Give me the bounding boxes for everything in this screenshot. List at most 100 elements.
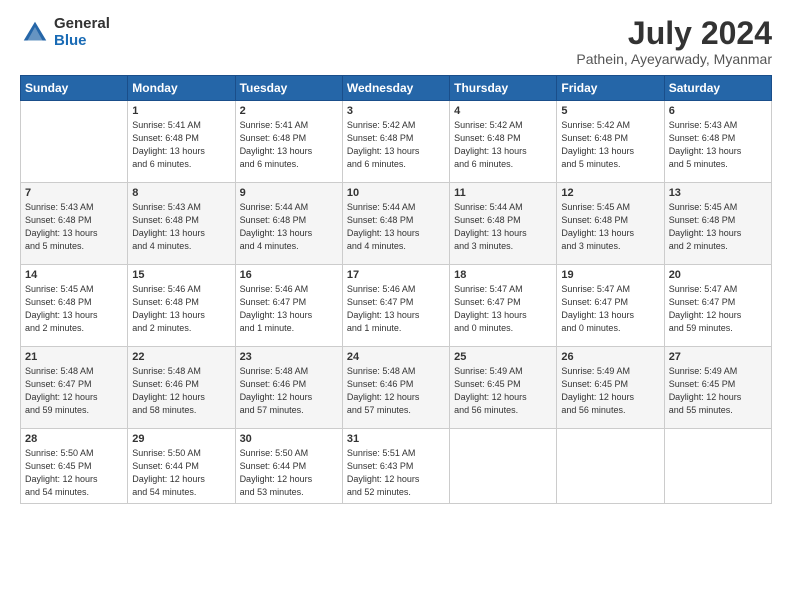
calendar-week-1: 1 Sunrise: 5:41 AMSunset: 6:48 PMDaylight… bbox=[21, 101, 772, 183]
logo-general: General bbox=[54, 16, 110, 33]
calendar-cell: 31 Sunrise: 5:51 AMSunset: 6:43 PMDayligh… bbox=[342, 429, 449, 504]
day-number: 10 bbox=[347, 187, 445, 199]
day-number: 29 bbox=[132, 433, 230, 445]
calendar-cell: 17 Sunrise: 5:46 AMSunset: 6:47 PMDayligh… bbox=[342, 265, 449, 347]
day-number: 12 bbox=[561, 187, 659, 199]
calendar-cell: 13 Sunrise: 5:45 AMSunset: 6:48 PMDayligh… bbox=[664, 183, 771, 265]
day-number: 23 bbox=[240, 351, 338, 363]
calendar-cell: 27 Sunrise: 5:49 AMSunset: 6:45 PMDayligh… bbox=[664, 347, 771, 429]
calendar-week-3: 14 Sunrise: 5:45 AMSunset: 6:48 PMDayligh… bbox=[21, 265, 772, 347]
day-info: Sunrise: 5:42 AMSunset: 6:48 PMDaylight:… bbox=[347, 119, 445, 171]
calendar-week-5: 28Sunrise: 5:50 AMSunset: 6:45 PMDayligh… bbox=[21, 429, 772, 504]
calendar-cell bbox=[21, 101, 128, 183]
calendar-cell: 1 Sunrise: 5:41 AMSunset: 6:48 PMDaylight… bbox=[128, 101, 235, 183]
day-info: Sunrise: 5:45 AMSunset: 6:48 PMDaylight:… bbox=[25, 283, 123, 335]
day-info: Sunrise: 5:48 AMSunset: 6:46 PMDaylight:… bbox=[347, 365, 445, 417]
day-info: Sunrise: 5:49 AMSunset: 6:45 PMDaylight:… bbox=[561, 365, 659, 417]
day-number: 26 bbox=[561, 351, 659, 363]
day-number: 25 bbox=[454, 351, 552, 363]
page: General Blue July 2024 Pathein, Ayeyarwa… bbox=[0, 0, 792, 612]
calendar-cell: 3 Sunrise: 5:42 AMSunset: 6:48 PMDaylight… bbox=[342, 101, 449, 183]
calendar-cell: 7 Sunrise: 5:43 AMSunset: 6:48 PMDaylight… bbox=[21, 183, 128, 265]
day-number: 6 bbox=[669, 105, 767, 117]
day-number: 7 bbox=[25, 187, 123, 199]
day-info: Sunrise: 5:51 AMSunset: 6:43 PMDaylight:… bbox=[347, 447, 445, 499]
day-info: Sunrise: 5:43 AMSunset: 6:48 PMDaylight:… bbox=[25, 201, 123, 253]
calendar-header: Sunday Monday Tuesday Wednesday Thursday… bbox=[21, 76, 772, 101]
col-monday: Monday bbox=[128, 76, 235, 101]
day-info: Sunrise: 5:47 AMSunset: 6:47 PMDaylight:… bbox=[561, 283, 659, 335]
day-info: Sunrise: 5:50 AMSunset: 6:44 PMDaylight:… bbox=[240, 447, 338, 499]
day-info: Sunrise: 5:46 AMSunset: 6:47 PMDaylight:… bbox=[240, 283, 338, 335]
calendar-cell: 23Sunrise: 5:48 AMSunset: 6:46 PMDayligh… bbox=[235, 347, 342, 429]
day-info: Sunrise: 5:41 AMSunset: 6:48 PMDaylight:… bbox=[240, 119, 338, 171]
day-info: Sunrise: 5:46 AMSunset: 6:47 PMDaylight:… bbox=[347, 283, 445, 335]
day-number: 14 bbox=[25, 269, 123, 281]
calendar-cell: 10 Sunrise: 5:44 AMSunset: 6:48 PMDayligh… bbox=[342, 183, 449, 265]
calendar-cell: 8 Sunrise: 5:43 AMSunset: 6:48 PMDaylight… bbox=[128, 183, 235, 265]
day-number: 30 bbox=[240, 433, 338, 445]
calendar-cell: 21Sunrise: 5:48 AMSunset: 6:47 PMDayligh… bbox=[21, 347, 128, 429]
day-number: 31 bbox=[347, 433, 445, 445]
logo-text: General Blue bbox=[54, 16, 110, 49]
calendar-cell: 4Sunrise: 5:42 AMSunset: 6:48 PMDaylight… bbox=[450, 101, 557, 183]
day-info: Sunrise: 5:47 AMSunset: 6:47 PMDaylight:… bbox=[669, 283, 767, 335]
calendar-cell bbox=[664, 429, 771, 504]
calendar-cell: 30 Sunrise: 5:50 AMSunset: 6:44 PMDayligh… bbox=[235, 429, 342, 504]
day-number: 19 bbox=[561, 269, 659, 281]
day-number: 5 bbox=[561, 105, 659, 117]
day-info: Sunrise: 5:48 AMSunset: 6:47 PMDaylight:… bbox=[25, 365, 123, 417]
day-info: Sunrise: 5:41 AMSunset: 6:48 PMDaylight:… bbox=[132, 119, 230, 171]
logo: General Blue bbox=[20, 16, 110, 49]
day-number: 20 bbox=[669, 269, 767, 281]
day-number: 17 bbox=[347, 269, 445, 281]
calendar-cell: 12 Sunrise: 5:45 AMSunset: 6:48 PMDayligh… bbox=[557, 183, 664, 265]
day-number: 3 bbox=[347, 105, 445, 117]
day-info: Sunrise: 5:45 AMSunset: 6:48 PMDaylight:… bbox=[669, 201, 767, 253]
day-number: 27 bbox=[669, 351, 767, 363]
calendar-table: Sunday Monday Tuesday Wednesday Thursday… bbox=[20, 75, 772, 504]
calendar-week-2: 7 Sunrise: 5:43 AMSunset: 6:48 PMDaylight… bbox=[21, 183, 772, 265]
day-info: Sunrise: 5:44 AMSunset: 6:48 PMDaylight:… bbox=[347, 201, 445, 253]
calendar-cell: 16Sunrise: 5:46 AMSunset: 6:47 PMDayligh… bbox=[235, 265, 342, 347]
day-info: Sunrise: 5:48 AMSunset: 6:46 PMDaylight:… bbox=[132, 365, 230, 417]
calendar-cell: 28Sunrise: 5:50 AMSunset: 6:45 PMDayligh… bbox=[21, 429, 128, 504]
col-saturday: Saturday bbox=[664, 76, 771, 101]
day-number: 28 bbox=[25, 433, 123, 445]
day-number: 1 bbox=[132, 105, 230, 117]
calendar-cell: 11 Sunrise: 5:44 AMSunset: 6:48 PMDayligh… bbox=[450, 183, 557, 265]
day-number: 22 bbox=[132, 351, 230, 363]
calendar-week-4: 21Sunrise: 5:48 AMSunset: 6:47 PMDayligh… bbox=[21, 347, 772, 429]
day-info: Sunrise: 5:49 AMSunset: 6:45 PMDaylight:… bbox=[669, 365, 767, 417]
day-number: 11 bbox=[454, 187, 552, 199]
calendar-cell: 9Sunrise: 5:44 AMSunset: 6:48 PMDaylight… bbox=[235, 183, 342, 265]
calendar-cell: 2Sunrise: 5:41 AMSunset: 6:48 PMDaylight… bbox=[235, 101, 342, 183]
subtitle: Pathein, Ayeyarwady, Myanmar bbox=[576, 51, 772, 67]
calendar-cell: 25Sunrise: 5:49 AMSunset: 6:45 PMDayligh… bbox=[450, 347, 557, 429]
day-info: Sunrise: 5:43 AMSunset: 6:48 PMDaylight:… bbox=[669, 119, 767, 171]
day-info: Sunrise: 5:44 AMSunset: 6:48 PMDaylight:… bbox=[454, 201, 552, 253]
calendar-cell: 20 Sunrise: 5:47 AMSunset: 6:47 PMDayligh… bbox=[664, 265, 771, 347]
logo-icon bbox=[20, 18, 50, 48]
day-number: 18 bbox=[454, 269, 552, 281]
day-number: 24 bbox=[347, 351, 445, 363]
day-info: Sunrise: 5:47 AMSunset: 6:47 PMDaylight:… bbox=[454, 283, 552, 335]
day-info: Sunrise: 5:50 AMSunset: 6:44 PMDaylight:… bbox=[132, 447, 230, 499]
day-number: 8 bbox=[132, 187, 230, 199]
calendar-cell: 19 Sunrise: 5:47 AMSunset: 6:47 PMDayligh… bbox=[557, 265, 664, 347]
calendar-cell: 15 Sunrise: 5:46 AMSunset: 6:48 PMDayligh… bbox=[128, 265, 235, 347]
header: General Blue July 2024 Pathein, Ayeyarwa… bbox=[20, 16, 772, 67]
day-number: 13 bbox=[669, 187, 767, 199]
day-number: 4 bbox=[454, 105, 552, 117]
calendar-cell: 24 Sunrise: 5:48 AMSunset: 6:46 PMDayligh… bbox=[342, 347, 449, 429]
day-info: Sunrise: 5:45 AMSunset: 6:48 PMDaylight:… bbox=[561, 201, 659, 253]
day-info: Sunrise: 5:46 AMSunset: 6:48 PMDaylight:… bbox=[132, 283, 230, 335]
calendar-cell bbox=[557, 429, 664, 504]
day-number: 15 bbox=[132, 269, 230, 281]
day-info: Sunrise: 5:43 AMSunset: 6:48 PMDaylight:… bbox=[132, 201, 230, 253]
calendar-cell: 29 Sunrise: 5:50 AMSunset: 6:44 PMDayligh… bbox=[128, 429, 235, 504]
col-thursday: Thursday bbox=[450, 76, 557, 101]
col-sunday: Sunday bbox=[21, 76, 128, 101]
calendar-cell: 14 Sunrise: 5:45 AMSunset: 6:48 PMDayligh… bbox=[21, 265, 128, 347]
day-number: 9 bbox=[240, 187, 338, 199]
